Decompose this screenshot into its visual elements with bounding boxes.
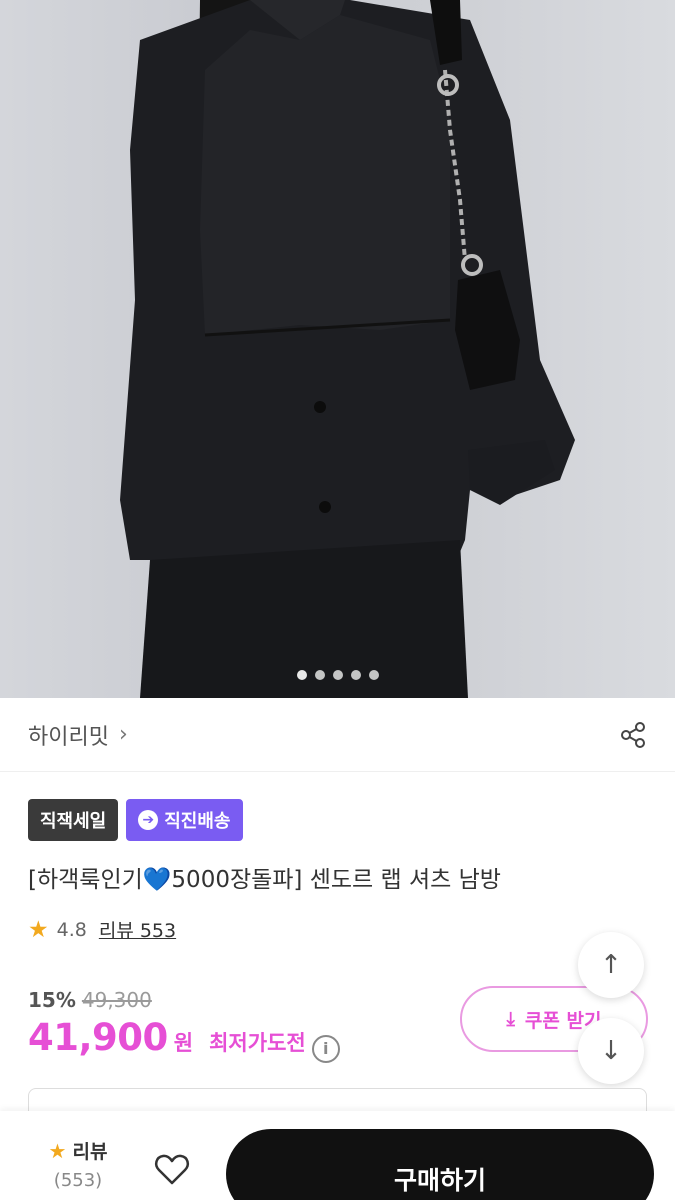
pagination-dot[interactable] — [314, 670, 325, 680]
buy-button-label: 구매하기 — [393, 1166, 486, 1195]
discount-rate: 15% — [28, 988, 76, 1012]
scroll-down-button[interactable]: ↓ — [578, 1018, 644, 1084]
direct-delivery-badge: ➔ 직진배송 — [126, 799, 243, 841]
price-row: 41,900 원 최저가도전 i — [28, 1016, 340, 1063]
discount-row: 15% 49,300 — [28, 988, 152, 1012]
product-title: [하객룩인기💙5000장돌파] 센도르 랩 셔츠 남방 — [28, 860, 501, 894]
blue-heart-icon: 💙 — [142, 867, 172, 893]
scroll-up-button[interactable]: ↑ — [578, 932, 644, 998]
brand-row: 하이리밋 › — [0, 698, 675, 772]
badge-row: 직잭세일 ➔ 직진배송 — [28, 799, 243, 841]
star-icon: ★ — [28, 916, 49, 943]
star-icon: ★ — [48, 1138, 67, 1163]
title-suffix: 5000장돌파] 센도르 랩 셔츠 남방 — [171, 867, 501, 893]
bottom-review-label: 리뷰 — [72, 1141, 108, 1163]
download-icon: ⤓ — [506, 1008, 515, 1030]
heart-icon[interactable] — [152, 1149, 192, 1189]
brand-link[interactable]: 하이리밋 › — [28, 719, 128, 751]
rating-row: ★ 4.8 리뷰 553 — [28, 916, 176, 943]
currency-unit: 원 — [173, 1031, 194, 1055]
sale-badge-label: 직잭세일 — [40, 811, 107, 832]
pagination-dot-active[interactable] — [296, 670, 307, 680]
pagination-dot[interactable] — [332, 670, 343, 680]
arrow-circle-icon: ➔ — [138, 810, 159, 830]
sale-price: 41,900 — [28, 1016, 168, 1059]
sale-badge: 직잭세일 — [28, 799, 119, 841]
brand-name: 하이리밋 — [28, 724, 109, 750]
bottom-action-bar: ★ 리뷰 (553) 구매하기 — [0, 1111, 675, 1200]
bottom-review-button[interactable]: ★ 리뷰 (553) — [36, 1137, 120, 1192]
bottom-review-count: (553) — [53, 1170, 103, 1191]
rating-value: 4.8 — [56, 918, 87, 941]
reviews-link[interactable]: 리뷰 553 — [99, 916, 176, 943]
product-image[interactable] — [0, 0, 675, 698]
buy-button[interactable]: 구매하기 — [226, 1129, 654, 1200]
gallery-pagination[interactable] — [0, 670, 675, 680]
share-icon[interactable] — [619, 721, 647, 749]
arrow-up-icon: ↑ — [600, 950, 622, 980]
product-photo-illustration — [120, 0, 575, 698]
info-icon[interactable]: i — [311, 1034, 340, 1063]
chevron-right-icon: › — [118, 722, 128, 747]
title-prefix: [하객룩인기 — [28, 867, 143, 893]
lowest-price-label: 최저가도전 — [209, 1031, 306, 1055]
original-price: 49,300 — [81, 988, 152, 1012]
direct-delivery-label: 직진배송 — [164, 811, 231, 832]
pagination-dot[interactable] — [368, 670, 379, 680]
pagination-dot[interactable] — [350, 670, 361, 680]
arrow-down-icon: ↓ — [600, 1036, 622, 1066]
